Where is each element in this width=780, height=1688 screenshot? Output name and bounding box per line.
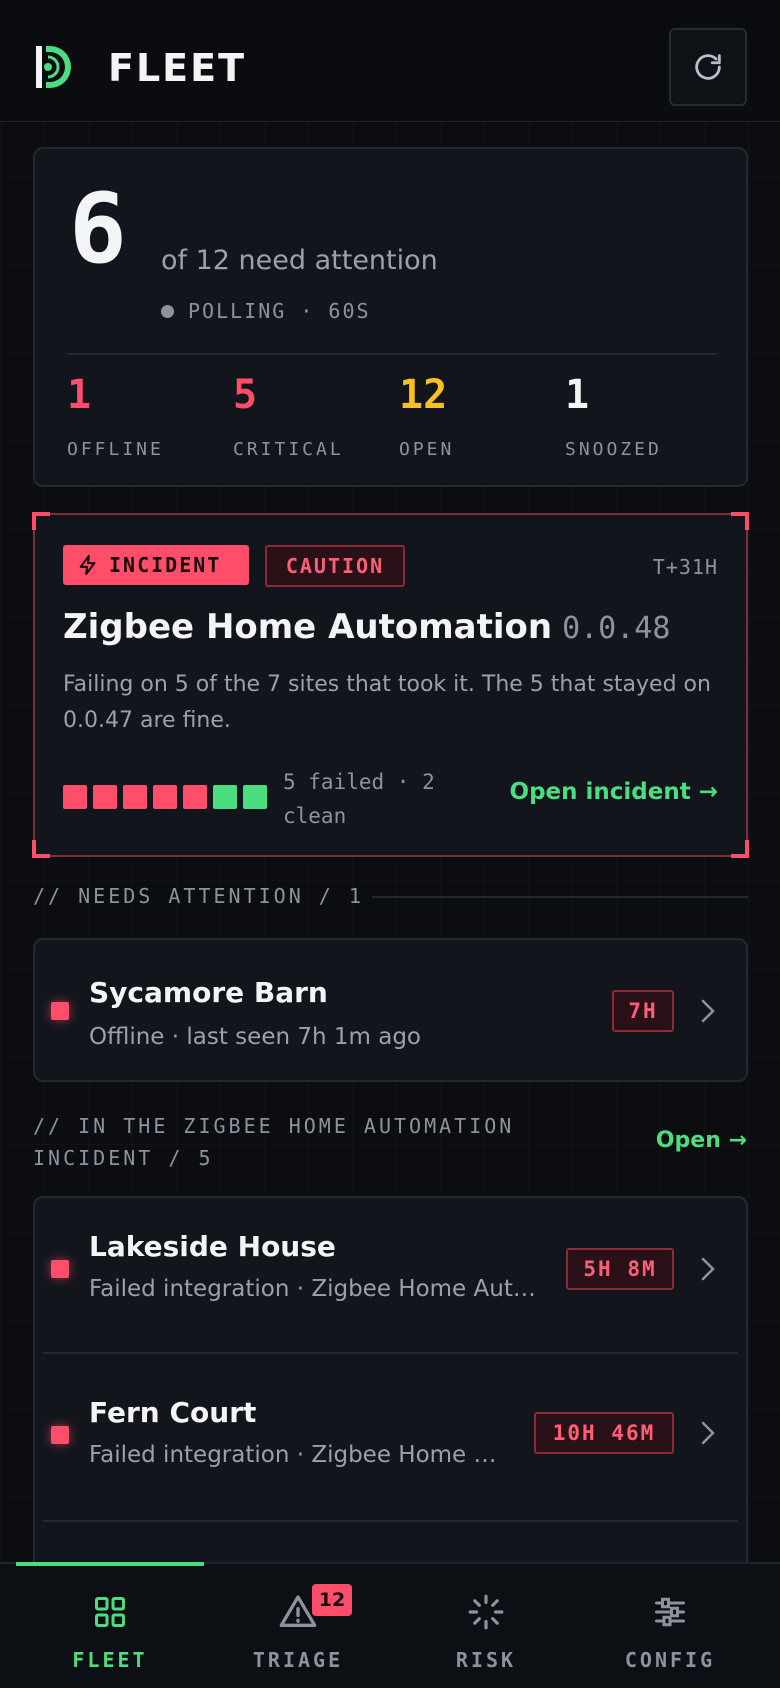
sliders-icon [655,1597,685,1627]
tab-label: CONFIG [624,1648,716,1672]
stat-open[interactable]: 12 OPEN [399,375,454,460]
summary-divider [67,353,717,355]
incident-description: Failing on 5 of the 7 sites that took it… [63,672,711,733]
grid-icon [95,1597,125,1627]
tab-risk[interactable]: RISK [392,1590,580,1680]
list-item[interactable]: Lakeside House Failed integration · Zigb… [35,1198,746,1352]
loader-icon [468,1594,504,1630]
attention-count: 6 [69,173,127,285]
site-failed [63,785,87,809]
tab-config[interactable]: CONFIG [576,1590,764,1680]
site-status: Failed integration · Zigbee Home Automat… [89,1442,509,1468]
list-item[interactable]: Sycamore Barn Offline · last seen 7h 1m … [35,940,746,1080]
sites-summary: 5 failed · 2 clean [283,770,435,828]
time-badge: 10H 46M [534,1412,674,1454]
stat-label: OFFLINE [67,439,164,460]
corner-mark [32,512,50,530]
incident-section-header: // IN THE ZIGBEE HOME AUTOMATION INCIDEN… [33,1114,515,1170]
site-status-strip [63,785,267,809]
site-failed [153,785,177,809]
site-status: Failed integration · Zigbee Home Automat… [89,1276,539,1302]
tab-fleet[interactable]: FLEET [16,1590,204,1680]
incident-version: 0.0.48 [562,611,671,646]
stat-critical[interactable]: 5 CRITICAL [233,375,344,460]
corner-mark [731,840,749,858]
status-indicator [51,1002,69,1020]
refresh-button[interactable] [669,28,747,106]
status-indicator [51,1260,69,1278]
open-incident-link[interactable]: Open incident → [510,779,718,805]
corner-mark [731,512,749,530]
site-clean [243,785,267,809]
incident-card[interactable]: INCIDENT CAUTION T+31H Zigbee Home Autom… [32,512,749,858]
status-indicator [51,1426,69,1444]
needs-attention-list: Sycamore Barn Offline · last seen 7h 1m … [33,938,748,1082]
refresh-icon [695,54,721,80]
polling-dot [161,304,174,318]
site-name: Lakeside House [89,1230,336,1263]
lightning-icon [79,554,96,576]
site-name: Fern Court [89,1396,257,1429]
polling-status: POLLING · 60S [161,299,371,323]
stat-label: OPEN [399,439,455,460]
attention-text: of 12 need attention [161,245,438,276]
needs-attention-header: // NEEDS ATTENTION / 1 [33,884,364,908]
stat-label: CRITICAL [233,439,344,460]
severity-badge: CAUTION [265,545,405,587]
list-item[interactable]: Fern Court Failed integration · Zigbee H… [35,1354,746,1520]
bottom-nav: FLEET 12 TRIAGE RISK CONFIG [0,1562,780,1688]
incident-badge: INCIDENT [63,545,249,585]
time-badge: 7H [612,990,674,1032]
incident-badge-label: INCIDENT [109,553,222,577]
stat-value: 1 [565,372,590,418]
time-badge: 5H 8M [566,1248,674,1290]
summary-card: 6 of 12 need attention POLLING · 60S 1 O… [33,147,748,487]
site-clean [213,785,237,809]
tab-label: TRIAGE [252,1648,344,1672]
tab-label: FLEET [72,1648,148,1672]
stat-value: 12 [399,372,448,418]
row-divider [43,1520,738,1522]
incident-title: Zigbee Home Automation 0.0.48 [63,607,670,647]
chevron-right-icon [701,1257,715,1281]
active-tab-indicator [16,1562,204,1566]
stat-value: 5 [233,372,258,418]
site-failed [123,785,147,809]
tab-label: RISK [455,1648,517,1672]
triage-count-badge: 12 [312,1584,352,1616]
corner-mark [32,840,50,858]
incident-section-open-link[interactable]: Open → [656,1128,747,1153]
elapsed-time: T+31H [652,555,718,579]
tab-triage[interactable]: 12 TRIAGE [204,1584,392,1680]
stat-label: SNOOZED [565,439,662,460]
app-title: FLEET [108,46,247,90]
app-header: FLEET [0,0,780,122]
section-divider [372,896,748,898]
stat-snoozed[interactable]: 1 SNOOZED [565,375,662,460]
polling-label: POLLING · 60S [188,299,371,323]
site-failed [93,785,117,809]
chevron-right-icon [701,1421,715,1445]
site-name: Sycamore Barn [89,976,328,1009]
stat-offline[interactable]: 1 OFFLINE [67,375,164,460]
chevron-right-icon [701,999,715,1023]
incident-name: Zigbee Home Automation [63,607,553,647]
site-failed [183,785,207,809]
stat-value: 1 [67,372,92,418]
site-status: Offline · last seen 7h 1m ago [89,1024,421,1050]
logo-icon [36,46,71,88]
incident-site-list: Lakeside House Failed integration · Zigb… [33,1196,748,1596]
